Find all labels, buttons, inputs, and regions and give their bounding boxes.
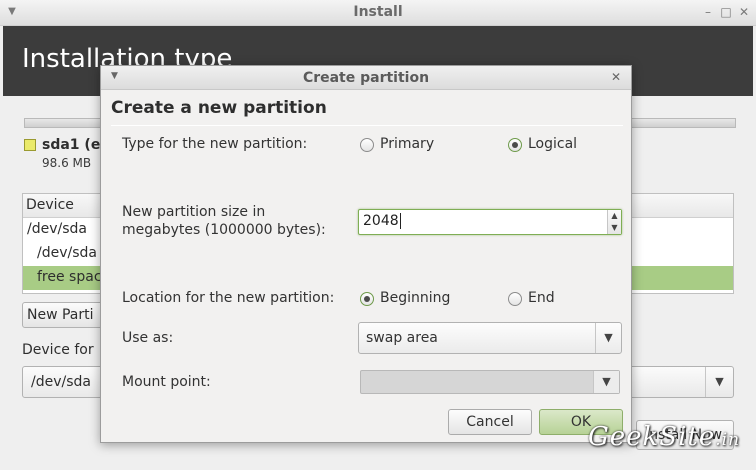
partition-type-label: Type for the new partition:	[122, 136, 308, 152]
cancel-button[interactable]: Cancel	[448, 409, 532, 435]
radio-primary[interactable]	[360, 138, 374, 152]
dialog-close-icon[interactable]: ✕	[611, 70, 621, 84]
new-partition-table-button[interactable]: New Parti	[22, 302, 112, 328]
radio-beginning-label[interactable]: Beginning	[380, 290, 450, 306]
spin-up-icon[interactable]: ▲	[608, 210, 621, 222]
maximize-icon[interactable]: □	[718, 4, 734, 20]
dialog-heading: Create a new partition	[111, 98, 327, 118]
window-title: Install	[353, 4, 403, 20]
chevron-down-icon: ▼	[705, 367, 733, 397]
use-as-label: Use as:	[122, 330, 174, 346]
radio-logical[interactable]	[508, 138, 522, 152]
spin-down-icon[interactable]: ▼	[608, 222, 621, 234]
bootloader-device-label: Device for	[22, 342, 94, 358]
partition-size-label-line1: New partition size in	[122, 204, 266, 220]
radio-primary-label[interactable]: Primary	[380, 136, 434, 152]
radio-logical-label[interactable]: Logical	[528, 136, 577, 152]
radio-end[interactable]	[508, 292, 522, 306]
radio-beginning[interactable]	[360, 292, 374, 306]
create-partition-dialog: ▼ Create partition ✕ Create a new partit…	[100, 65, 632, 443]
bootloader-device-value: /dev/sda	[31, 374, 91, 390]
dialog-title: Create partition	[302, 70, 430, 86]
use-as-value: swap area	[366, 330, 438, 346]
radio-end-label[interactable]: End	[528, 290, 555, 306]
mount-point-label: Mount point:	[122, 374, 211, 390]
chevron-down-icon: ▼	[593, 371, 619, 393]
minimize-icon[interactable]: –	[700, 4, 716, 20]
partition-size-input[interactable]: 2048 ▲ ▼	[358, 209, 622, 235]
partition-location-label: Location for the new partition:	[122, 290, 335, 306]
dialog-separator	[111, 125, 623, 126]
partition-legend-name: sda1 (e	[42, 137, 101, 153]
mount-point-select[interactable]: ▼	[360, 370, 620, 394]
site-watermark: GeekSite.in	[588, 422, 741, 452]
partition-size-value: 2048	[363, 213, 399, 229]
dialog-titlebar: ▼ Create partition ✕	[101, 66, 631, 90]
use-as-select[interactable]: swap area ▼	[358, 322, 622, 354]
chevron-down-icon: ▼	[595, 323, 621, 353]
window-titlebar: ▼ Install – □ ✕	[0, 0, 756, 26]
partition-color-swatch	[24, 139, 36, 151]
size-spin-buttons[interactable]: ▲ ▼	[607, 210, 621, 234]
close-icon[interactable]: ✕	[736, 4, 752, 20]
partition-legend-size: 98.6 MB	[42, 156, 92, 170]
partition-size-label-line2: megabytes (1000000 bytes):	[122, 222, 326, 238]
